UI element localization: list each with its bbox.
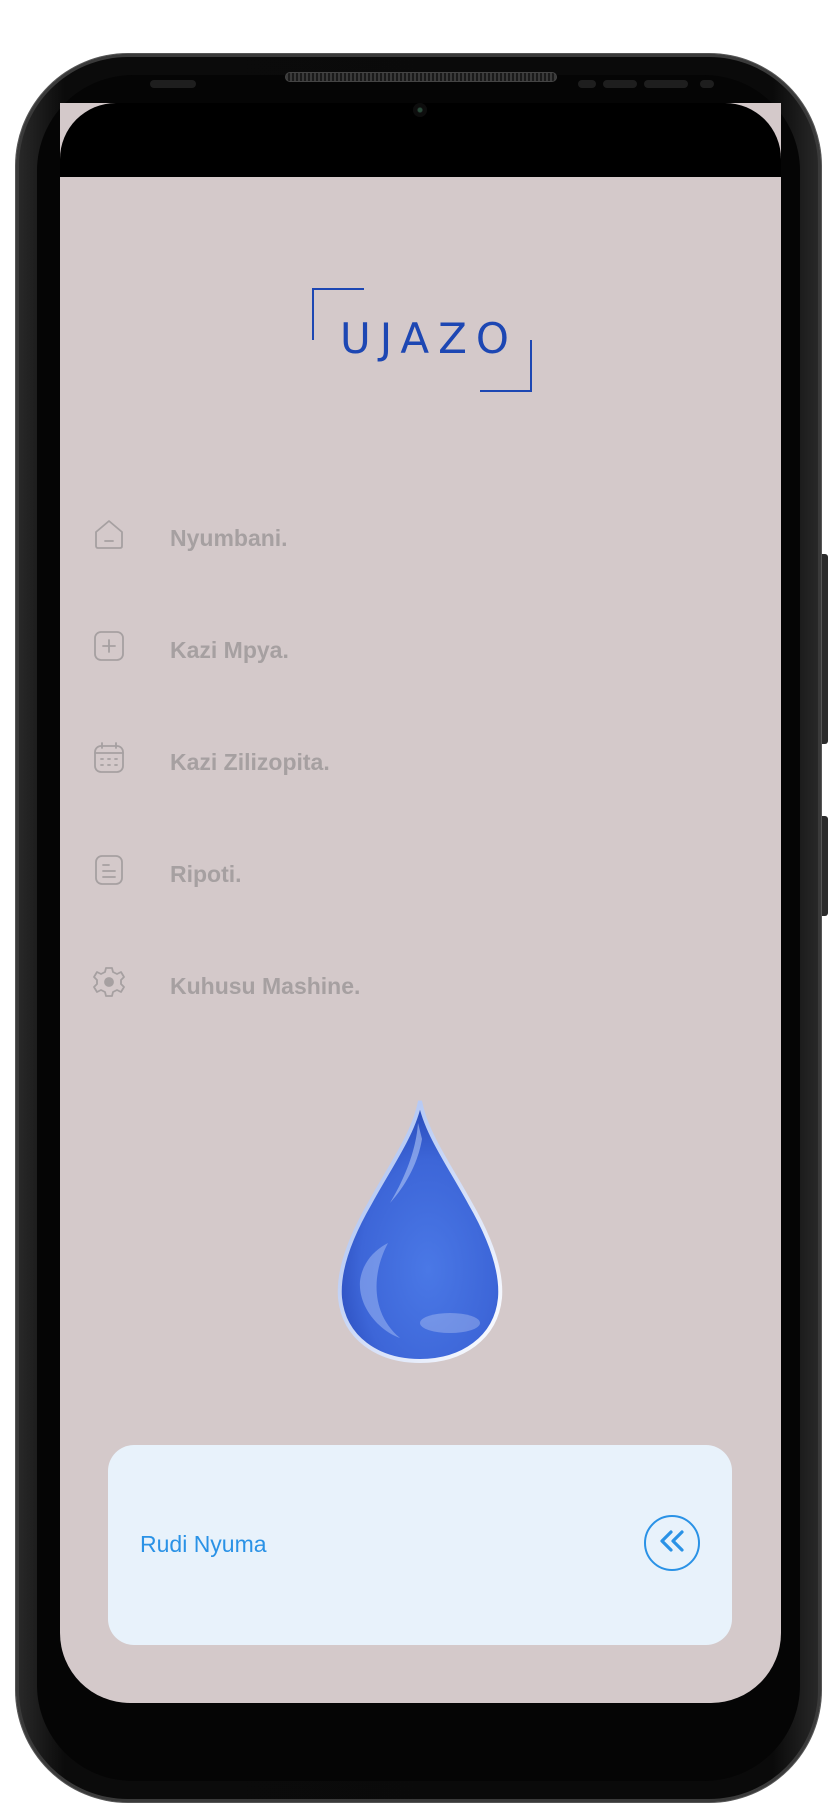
sensor-dot <box>578 80 596 88</box>
menu-item-label: Kazi Zilizopita. <box>170 749 330 775</box>
app-screen: UJAZO Nyumbani. Kazi Mpya. Kazi Zilizopi… <box>60 103 781 1703</box>
menu-item-ripoti[interactable]: Ripoti. <box>92 851 732 963</box>
menu-item-label: Kazi Mpya. <box>170 637 289 663</box>
menu-item-kuhusu-mashine[interactable]: Kuhusu Mashine. <box>92 963 732 1075</box>
sensor-c <box>700 80 714 88</box>
front-camera <box>413 103 427 117</box>
gear-icon <box>92 965 126 999</box>
back-label[interactable]: Rudi Nyuma <box>140 1531 267 1558</box>
volume-button <box>822 554 828 744</box>
document-icon <box>92 853 126 887</box>
back-button[interactable] <box>644 1515 700 1571</box>
back-card: Rudi Nyuma <box>108 1445 732 1645</box>
menu-item-label: Nyumbani. <box>170 525 288 551</box>
plus-square-icon <box>92 629 126 663</box>
sensor-a <box>603 80 637 88</box>
menu-item-kazi-zilizopita[interactable]: Kazi Zilizopita. <box>92 739 732 851</box>
sensor-left <box>150 80 196 88</box>
menu-item-kazi-mpya[interactable]: Kazi Mpya. <box>92 627 732 739</box>
water-drop-icon <box>330 1093 510 1364</box>
calendar-icon <box>92 741 126 775</box>
double-chevron-left-icon <box>657 1529 687 1558</box>
logo-text: UJAZO <box>340 314 518 363</box>
menu-item-label: Ripoti. <box>170 861 242 887</box>
app-logo: UJAZO <box>312 288 532 392</box>
nav-menu: Nyumbani. Kazi Mpya. Kazi Zilizopita. Ri… <box>92 515 732 1075</box>
menu-item-nyumbani[interactable]: Nyumbani. <box>92 515 732 627</box>
power-button <box>822 816 828 916</box>
earpiece-speaker <box>285 72 557 82</box>
menu-item-label: Kuhusu Mashine. <box>170 973 361 999</box>
sensor-b <box>644 80 688 88</box>
home-icon <box>92 517 126 551</box>
